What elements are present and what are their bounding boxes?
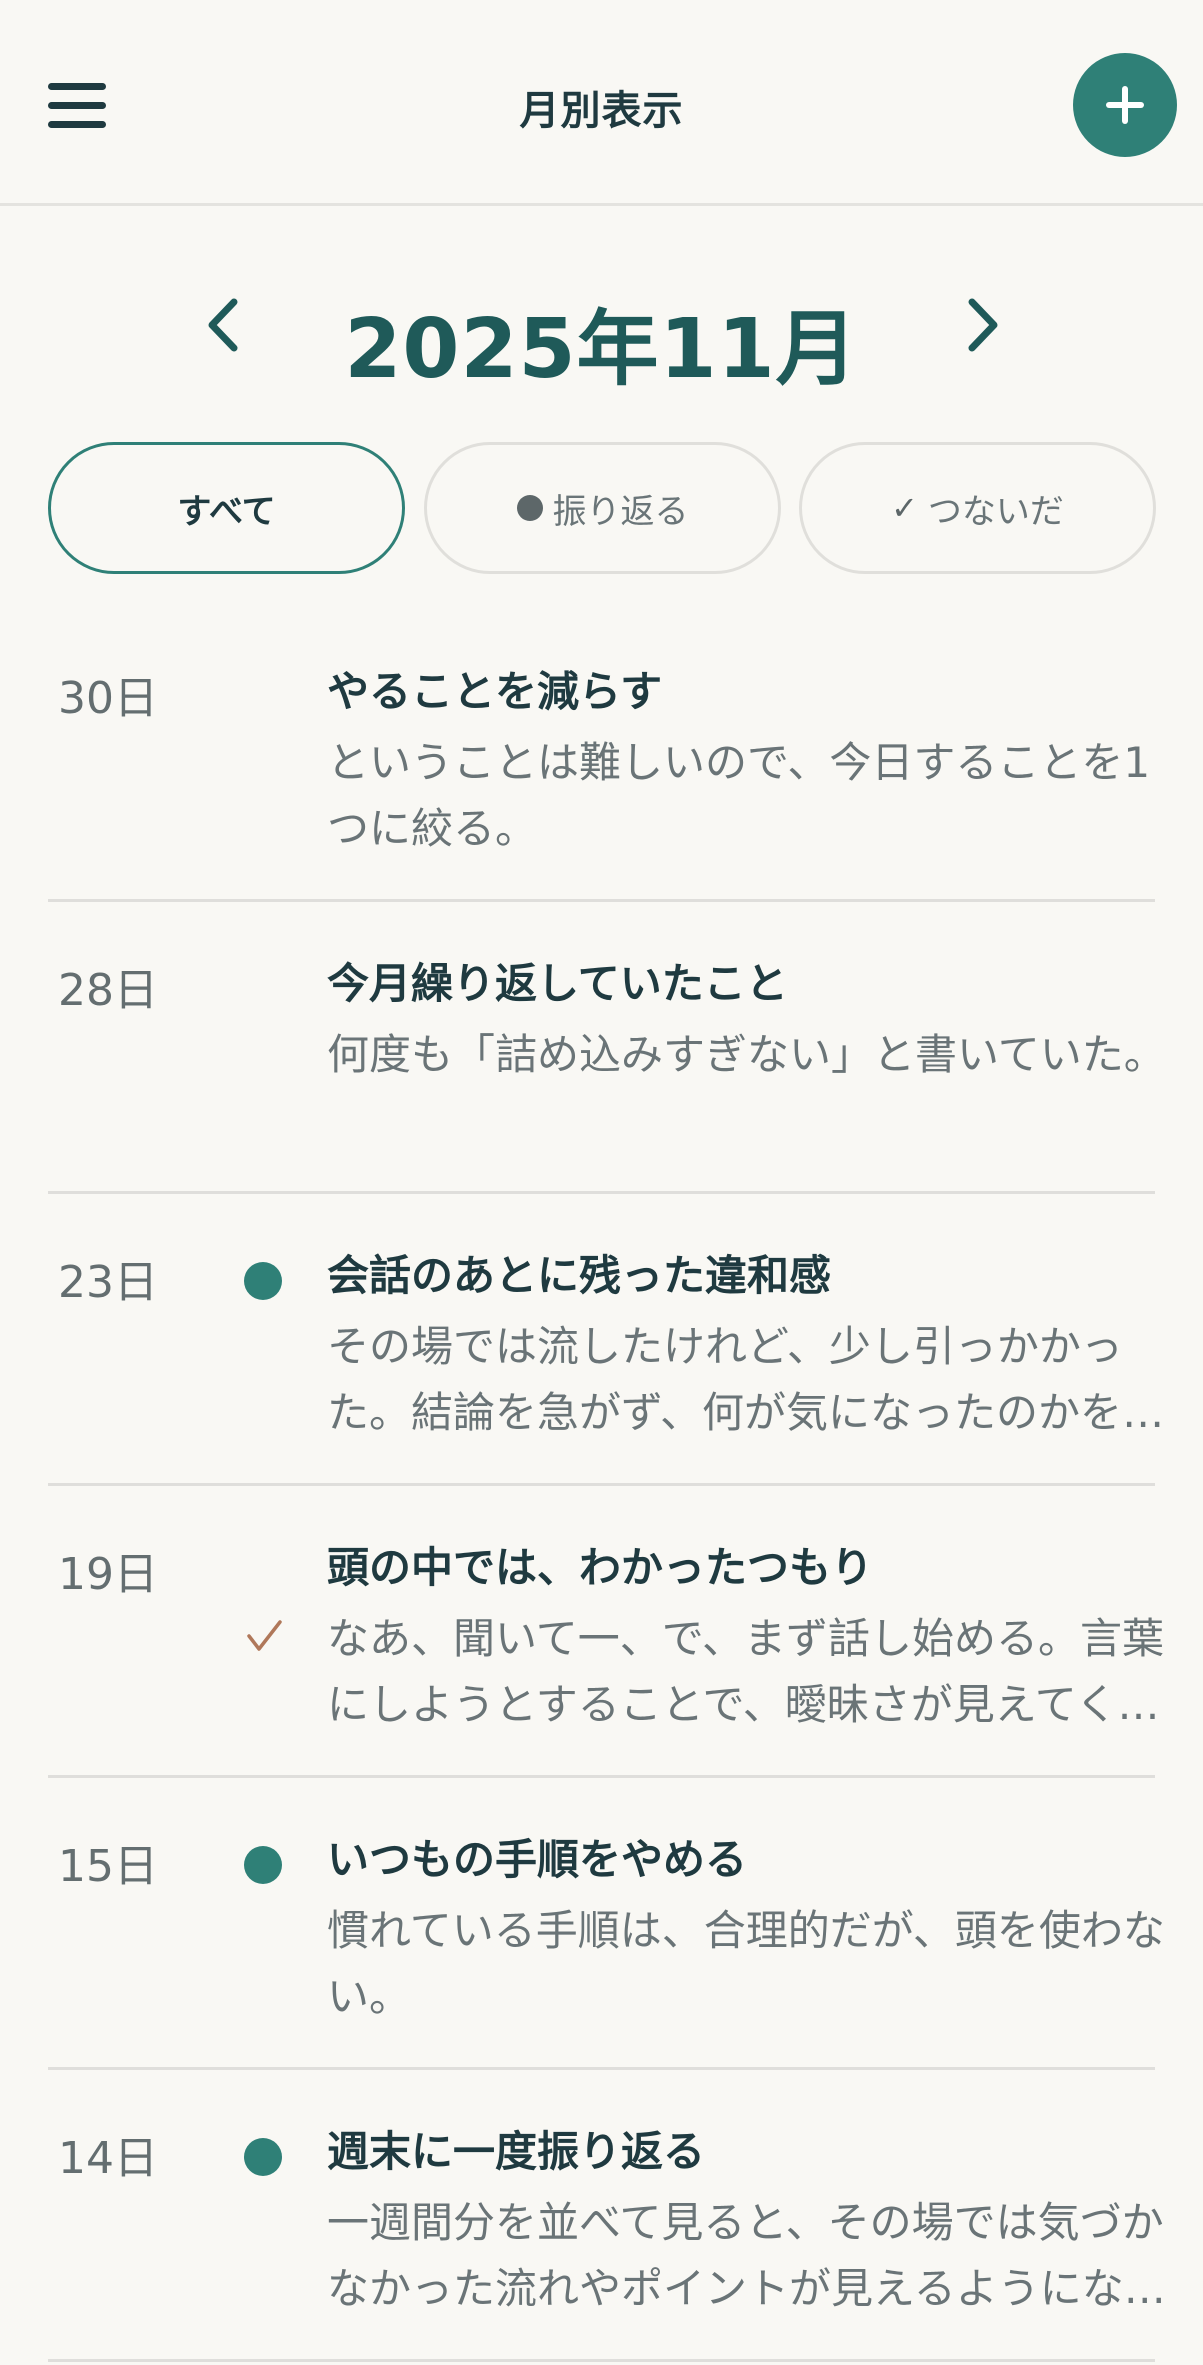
entry-body: ということは難しいので、今日することを1つに絞る。 [327,738,1151,853]
filter-reflect-chip[interactable]: 振り返る [424,442,781,574]
entry-body: 一週間分を並べて見ると、その場では気づかなかった流れやポイントが見えるようになる… [327,2198,1164,2313]
entry-title: 会話のあとに残った違和感 [327,1251,832,1300]
entry-date: 19日 [58,1549,158,1600]
next-month-button[interactable] [950,290,1010,360]
reflect-dot-icon [244,2138,282,2176]
entry-date: 14日 [58,2133,158,2184]
list-item[interactable]: 28日 今月繰り返していたこと 何度も「詰め込みすぎない」と書いていた。 [48,902,1166,1194]
list-item[interactable]: 14日 週末に一度振り返る 一週間分を並べて見ると、その場では気づかなかった流れ… [48,2070,1164,2362]
entry-body: 何度も「詰め込みすぎない」と書いていた。 [327,1030,1166,1079]
entry-date: 28日 [58,965,158,1016]
entry-date: 30日 [58,673,158,724]
month-navigator: 2025年11月 [0,260,1203,397]
reflect-dot-icon [244,1846,282,1884]
entry-title: いつもの手順をやめる [327,1835,748,1884]
reflect-dot-icon [244,1262,282,1300]
entry-body: なあ、聞いて一、で、まず話し始める。言葉にしようとすることで、曖昧さが見えてくる… [327,1614,1165,1729]
list-item[interactable]: 19日 頭の中では、わかったつもり なあ、聞いて一、で、まず話し始める。言葉にし… [48,1486,1164,1778]
list-item[interactable]: 30日 やることを減らす ということは難しいので、今日することを1つに絞る。 [48,610,1155,902]
filter-all-label: すべて [177,491,276,532]
entry-body: その場では流したけれど、少し引っかかった。結論を急がず、何が気になったのかを書い… [327,1322,1165,1437]
filter-all-chip[interactable]: すべて [48,442,405,574]
entry-date: 23日 [58,1257,158,1308]
list-item[interactable]: 15日 いつもの手順をやめる 慣れている手順は、合理的だが、頭を使わない。 [48,1778,1165,2070]
check-icon: ✓ [891,489,918,527]
add-entry-button[interactable] [1073,53,1177,157]
entry-title: 今月繰り返していたこと [327,959,788,1008]
check-icon [247,1620,282,1651]
entry-date: 15日 [58,1841,158,1892]
page-title: 月別表示 [519,88,684,134]
list-item[interactable]: 23日 会話のあとに残った違和感 その場では流したけれど、少し引っかかった。結論… [48,1194,1164,1486]
entry-title: 週末に一度振り返る [327,2127,706,2176]
month-label: 2025年11月 [344,302,859,397]
entry-list: 30日 やることを減らす ということは難しいので、今日することを1つに絞る。 2… [0,610,1203,2362]
chevron-right-icon [968,298,998,352]
filter-connected-label: つないだ [927,491,1064,532]
dot-icon [516,495,543,521]
app-header: 月別表示 [0,0,1203,206]
entry-body: 慣れている手順は、合理的だが、頭を使わない。 [327,1906,1165,2021]
filter-reflect-label: 振り返る [552,491,689,532]
filter-chips: すべて 振り返る ✓ つないだ [0,442,1203,574]
entry-title: やることを減らす [327,667,663,716]
filter-connected-chip[interactable]: ✓ つないだ [799,442,1156,574]
entry-title: 頭の中では、わかったつもり [327,1543,874,1592]
